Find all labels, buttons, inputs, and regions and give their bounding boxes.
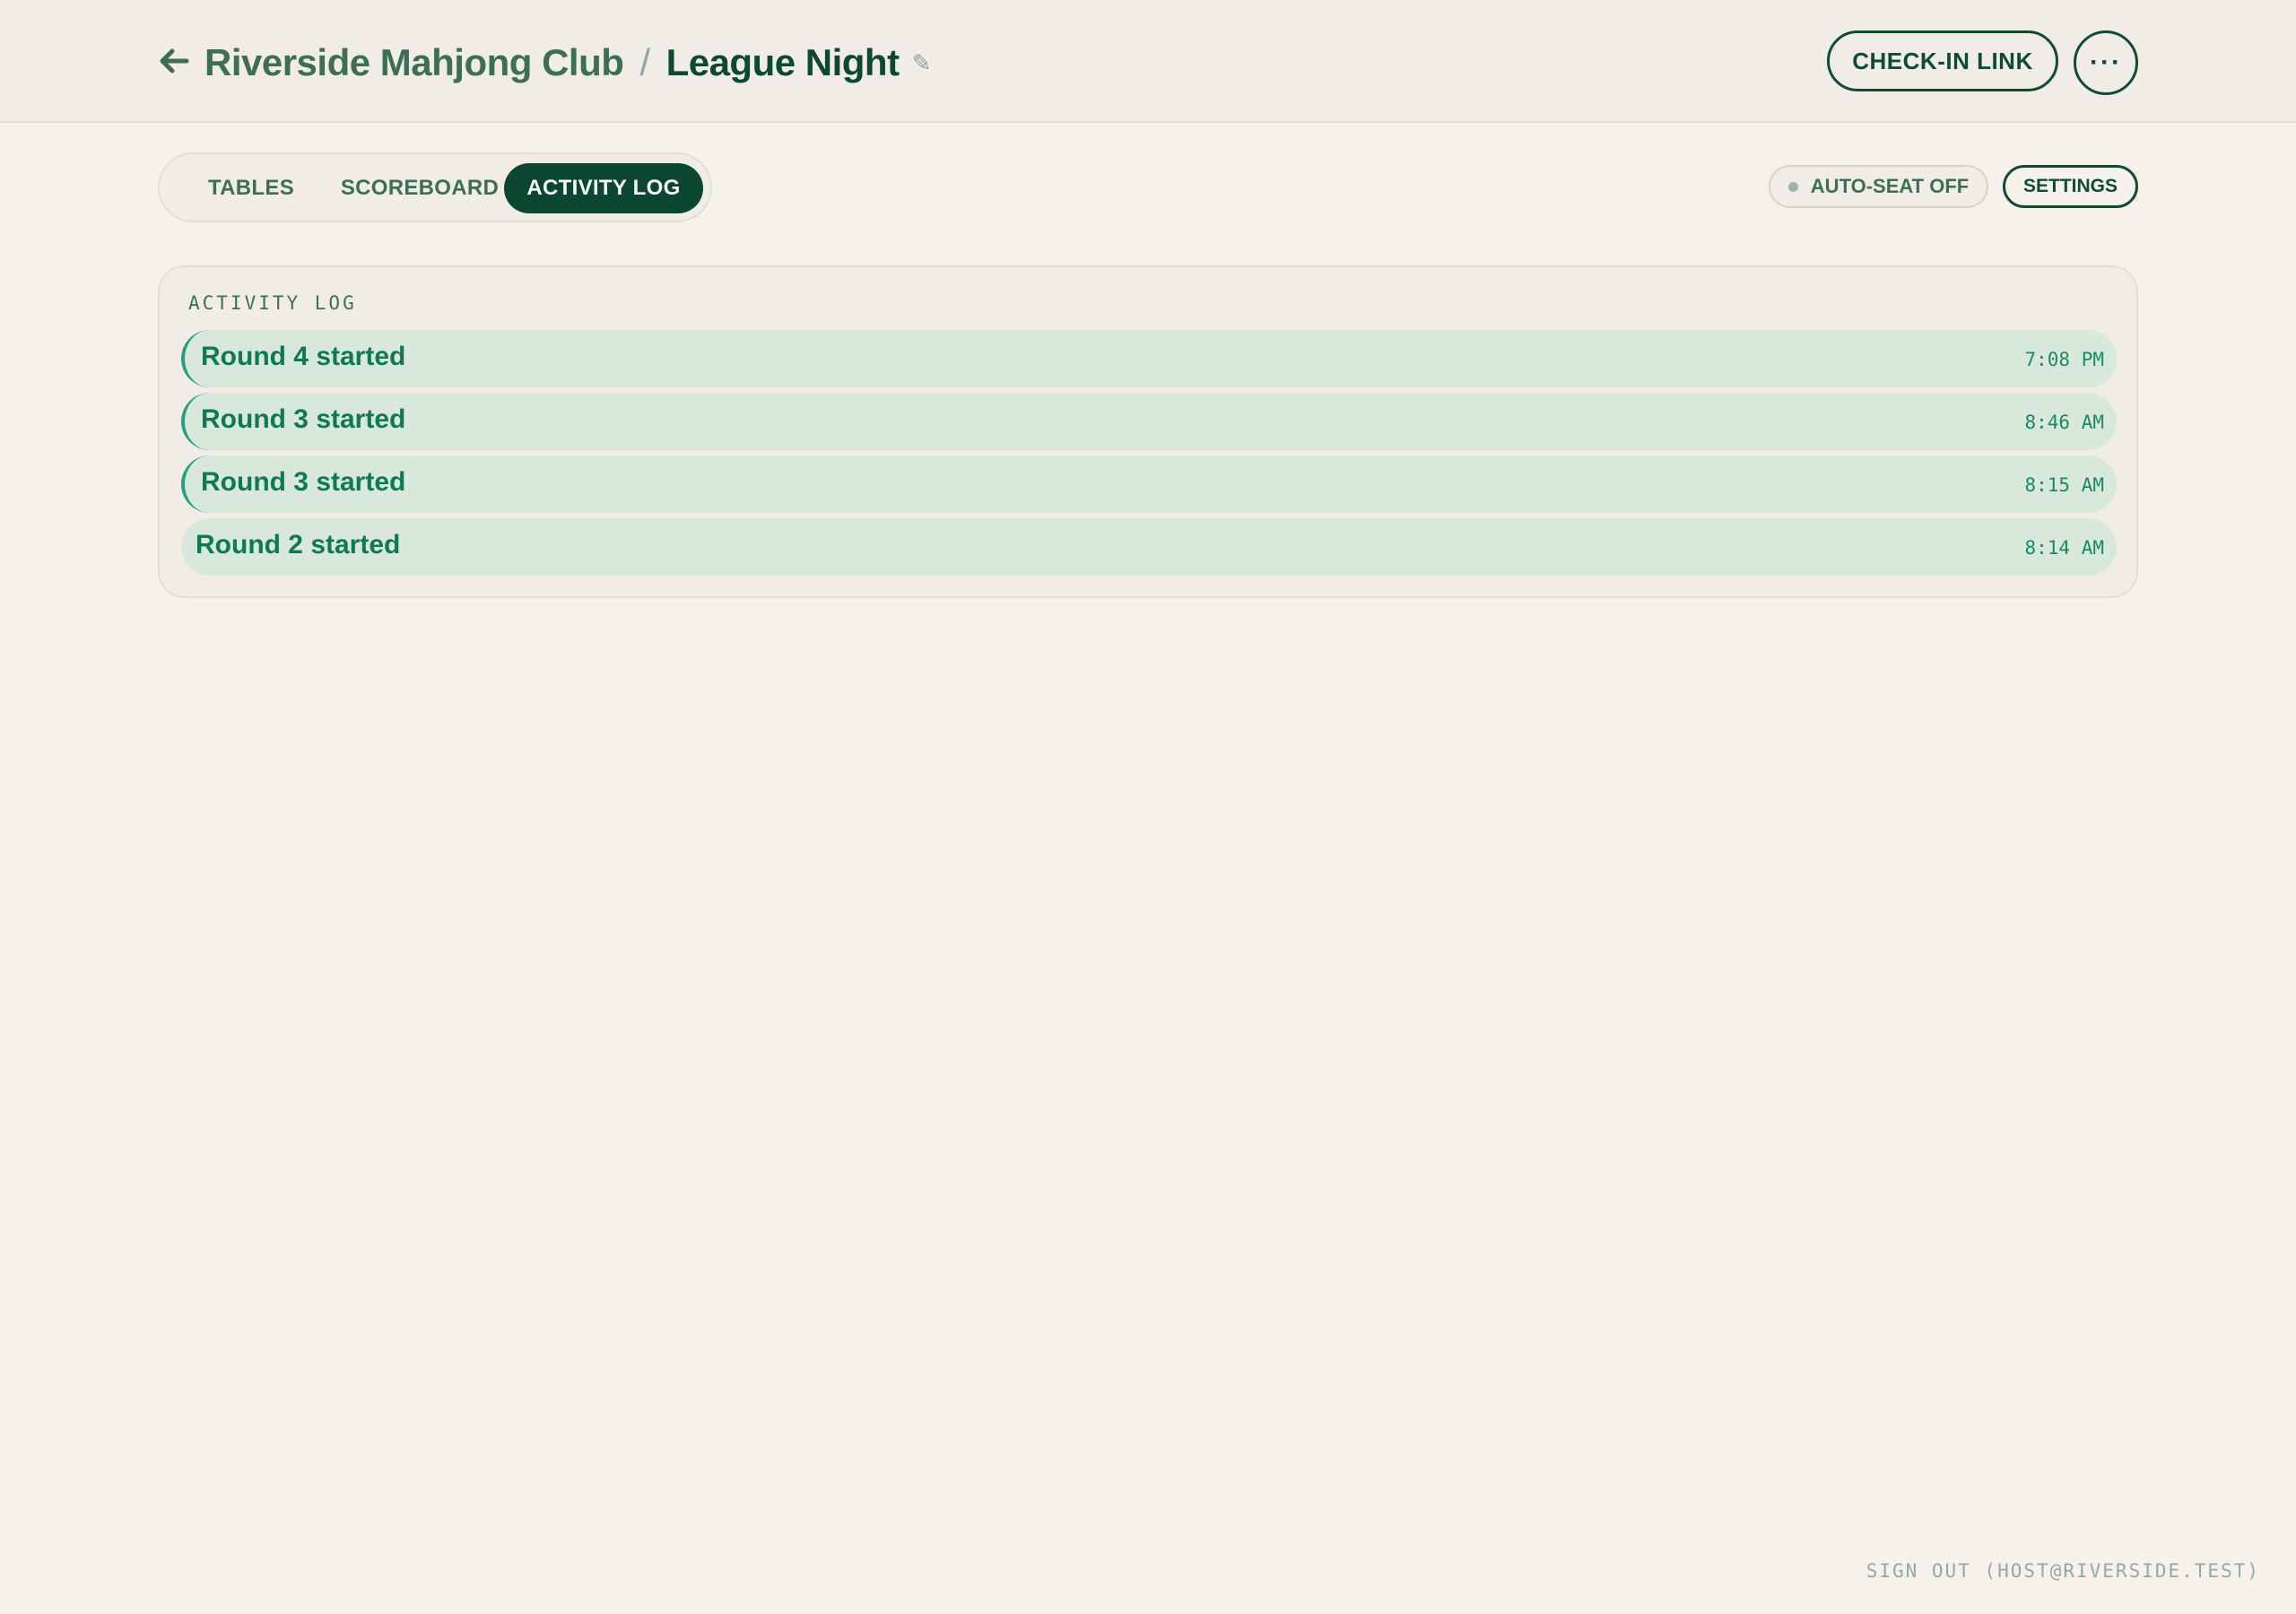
arrow-left-icon[interactable] xyxy=(158,45,190,77)
log-entry: Round 3 started 8:15 AM xyxy=(181,456,2117,513)
activity-log-panel: ACTIVITY LOG Round 4 started 7:08 PM Rou… xyxy=(158,265,2138,598)
breadcrumb-club[interactable]: Riverside Mahjong Club xyxy=(204,41,624,84)
dot-icon xyxy=(1787,181,1798,192)
sign-out-link[interactable]: SIGN OUT (HOST@RIVERSIDE.TEST) xyxy=(1866,1560,2260,1582)
pencil-icon[interactable]: ✎ xyxy=(912,49,932,77)
log-entry: Round 3 started 8:46 AM xyxy=(181,393,2117,450)
tab-tables[interactable]: TABLES xyxy=(179,163,323,213)
auto-seat-toggle[interactable]: AUTO-SEAT OFF xyxy=(1769,165,1988,208)
log-entry-time: 8:46 AM xyxy=(2024,412,2104,433)
breadcrumb: Riverside Mahjong Club / League Night ✎ xyxy=(204,36,931,90)
log-entry-time: 8:15 AM xyxy=(2024,474,2104,496)
log-entry-message: Round 2 started xyxy=(196,530,401,560)
settings-button[interactable]: SETTINGS xyxy=(2003,165,2138,208)
panel-title: ACTIVITY LOG xyxy=(188,292,357,314)
log-entry-message: Round 3 started xyxy=(201,467,406,497)
tab-scoreboard[interactable]: SCOREBOARD xyxy=(326,163,513,213)
event-title: League Night xyxy=(665,41,900,83)
log-entry-message: Round 4 started xyxy=(201,342,406,371)
log-entry: Round 4 started 7:08 PM xyxy=(181,330,2117,387)
log-entry-time: 7:08 PM xyxy=(2024,349,2104,370)
log-entry-message: Round 3 started xyxy=(201,404,406,434)
more-horizontal-icon: ··· xyxy=(2090,48,2122,77)
more-options-button[interactable]: ··· xyxy=(2074,30,2138,95)
log-entry: Round 2 started 8:14 AM xyxy=(181,518,2117,576)
auto-seat-label: AUTO-SEAT OFF xyxy=(1810,175,1970,197)
log-entry-time: 8:14 AM xyxy=(2024,537,2104,559)
breadcrumb-separator: / xyxy=(639,41,650,83)
top-header: Riverside Mahjong Club / League Night ✎ … xyxy=(0,0,2296,123)
view-tabs: TABLES SCOREBOARD ACTIVITY LOG xyxy=(158,152,712,222)
check-in-link-button[interactable]: CHECK-IN LINK xyxy=(1827,30,2058,91)
tab-activity-log[interactable]: ACTIVITY LOG xyxy=(504,163,703,213)
